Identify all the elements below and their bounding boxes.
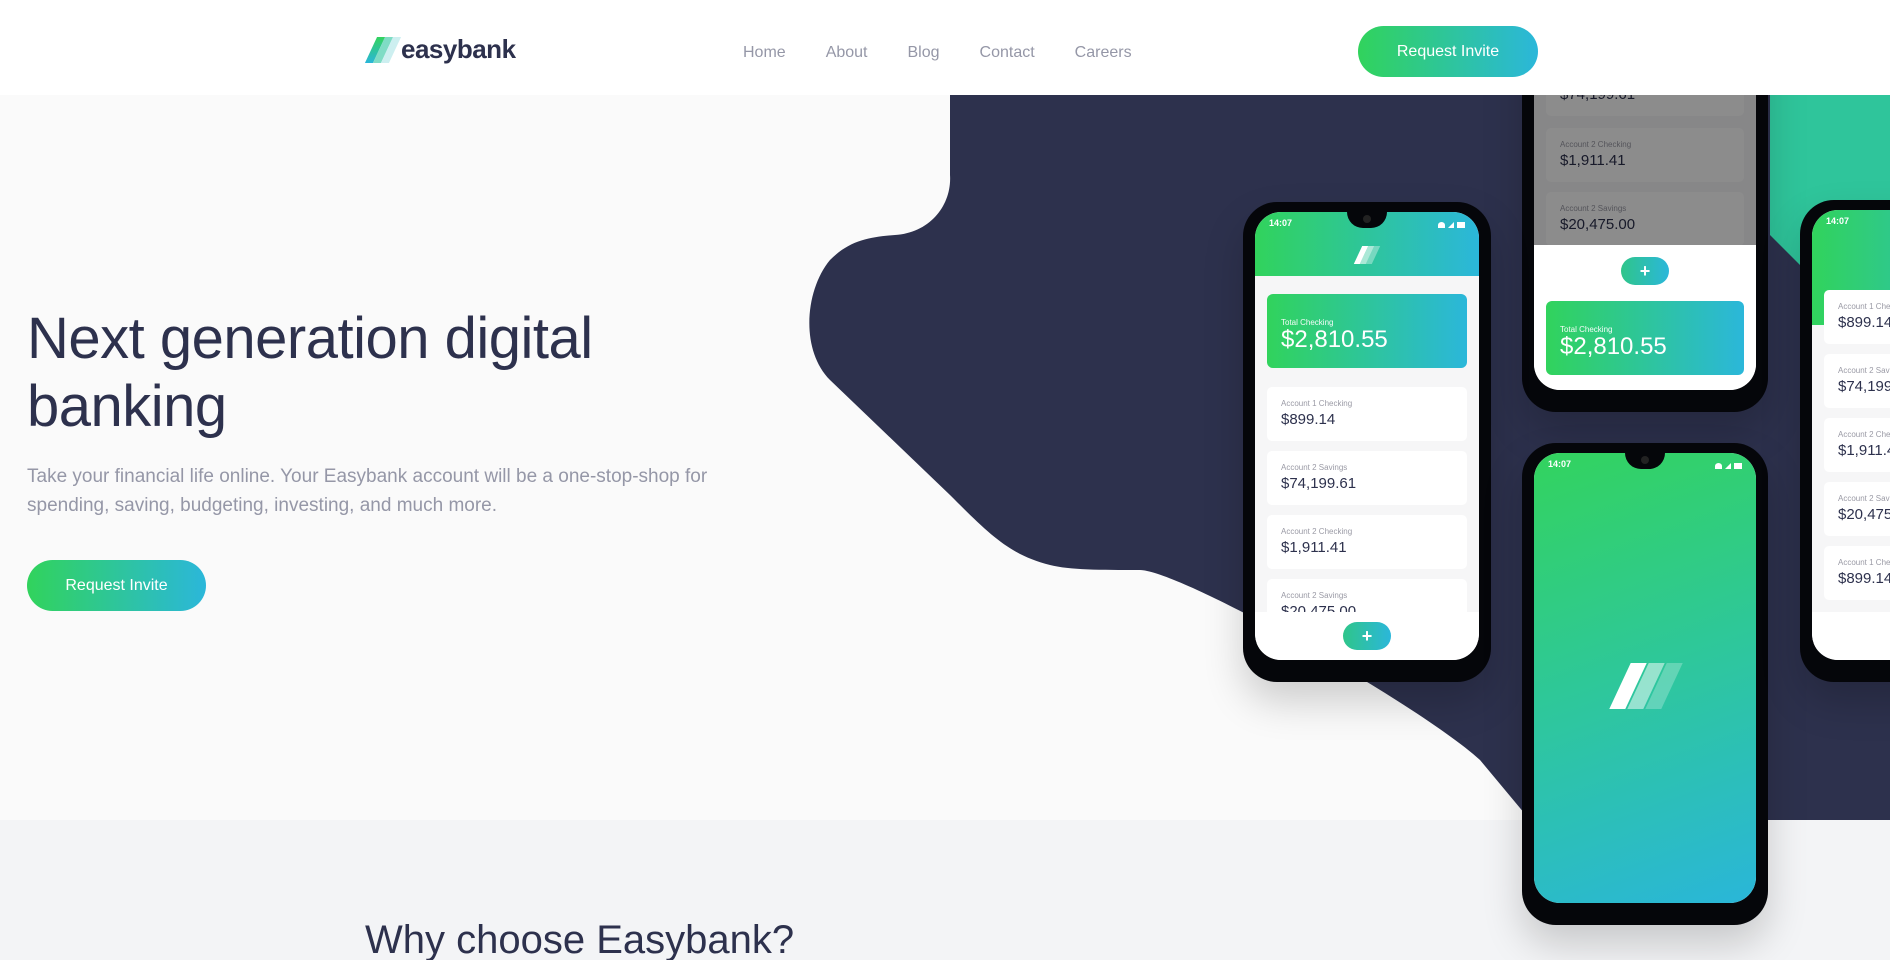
account-label: Account 1 Checking <box>1838 558 1890 567</box>
status-icons <box>1438 218 1465 232</box>
nav-blog[interactable]: Blog <box>908 44 940 62</box>
nav-careers[interactable]: Careers <box>1075 44 1132 62</box>
account-label: Account 1 Checking <box>1838 302 1890 311</box>
total-label: Total Checking <box>1560 325 1613 334</box>
account-card: Account 2 Savings $74,199.61 <box>1267 451 1467 505</box>
account-label: Account 2 Savings <box>1838 494 1890 503</box>
account-label: Account 2 Savings <box>1281 591 1348 600</box>
account-amount: $899.14 <box>1281 411 1336 428</box>
app-bottom-bar <box>1812 612 1890 660</box>
status-time: 14:07 <box>1548 459 1572 469</box>
site-header: easybank Home About Blog Contact Careers… <box>0 0 1890 95</box>
account-label: Account 2 Savings <box>1838 366 1890 375</box>
status-time: 14:07 <box>1826 216 1850 226</box>
total-checking-card: Total Checking $2,810.55 <box>1267 294 1467 368</box>
hero-title: Next generation digital banking <box>27 306 593 439</box>
account-amount: $74,199.61 <box>1838 378 1890 395</box>
status-time: 14:07 <box>1269 218 1293 228</box>
why-title: Why choose Easybank? <box>365 918 795 960</box>
signal-icon <box>1725 463 1731 469</box>
account-label: Account 2 Savings <box>1281 463 1348 472</box>
phone-mockup-accounts: 14:07 Total Checking $2,810.55 Account 1… <box>1243 202 1491 682</box>
nav-about[interactable]: About <box>826 44 868 62</box>
total-label: Total Checking <box>1281 318 1334 327</box>
phone-mockup-splash: 14:07 <box>1522 443 1768 925</box>
account-amount: $899.14 <box>1838 570 1890 587</box>
account-card: Account 2 Savings $20,475.00 <box>1824 482 1890 536</box>
account-card: Account 2 Checking $1,911.41 <box>1267 515 1467 569</box>
status-bar: 14:07 <box>1826 216 1890 230</box>
wifi-icon <box>1715 463 1722 469</box>
hero-description: Take your financial life online. Your Ea… <box>27 466 708 516</box>
account-card: Account 2 Checking $1,911.41 <box>1824 418 1890 472</box>
splash-logo-icon <box>1609 663 1683 709</box>
account-card: Account 1 Checking $899.14 <box>1267 387 1467 441</box>
account-card: Account 1 Checking $899.14 <box>1824 546 1890 600</box>
account-amount: $1,911.41 <box>1838 442 1890 459</box>
total-checking-card: Total Checking $2,810.55 <box>1546 301 1744 375</box>
phone-mockup-list: 14:07 Account 1 Checking $899.14 Account … <box>1800 200 1890 682</box>
account-amount: $20,475.00 <box>1838 506 1890 523</box>
app-logo-icon <box>1353 246 1381 264</box>
account-label: Account 2 Checking <box>1838 430 1890 439</box>
account-card: Account 1 Checking $899.14 <box>1824 290 1890 344</box>
logo-mark-icon <box>364 36 402 63</box>
add-button[interactable]: + <box>1621 257 1669 285</box>
nav-home[interactable]: Home <box>743 44 786 62</box>
battery-icon <box>1734 463 1742 469</box>
hero-request-invite-button[interactable]: Request Invite <box>27 560 206 611</box>
account-label: Account 2 Checking <box>1281 527 1353 536</box>
total-amount: $2,810.55 <box>1560 333 1667 360</box>
account-amount: $899.14 <box>1838 314 1890 331</box>
brand-logo[interactable]: easybank <box>364 34 516 65</box>
bottom-sheet: + Total Checking $2,810.55 <box>1534 245 1756 390</box>
total-amount: $2,810.55 <box>1281 326 1388 353</box>
account-amount: $1,911.41 <box>1281 539 1347 556</box>
main-nav: Home About Blog Contact Careers <box>743 44 1172 62</box>
brand-name: easybank <box>401 34 516 64</box>
app-bottom-bar: + <box>1255 612 1479 660</box>
battery-icon <box>1457 222 1465 228</box>
nav-contact[interactable]: Contact <box>980 44 1035 62</box>
account-label: Account 1 Checking <box>1281 399 1353 408</box>
account-amount: $74,199.61 <box>1281 475 1357 492</box>
wifi-icon <box>1438 222 1445 228</box>
account-card: Account 2 Savings $74,199.61 <box>1824 354 1890 408</box>
add-button[interactable]: + <box>1343 622 1391 650</box>
status-icons <box>1715 459 1742 473</box>
header-request-invite-button[interactable]: Request Invite <box>1358 26 1538 77</box>
signal-icon <box>1448 222 1454 228</box>
